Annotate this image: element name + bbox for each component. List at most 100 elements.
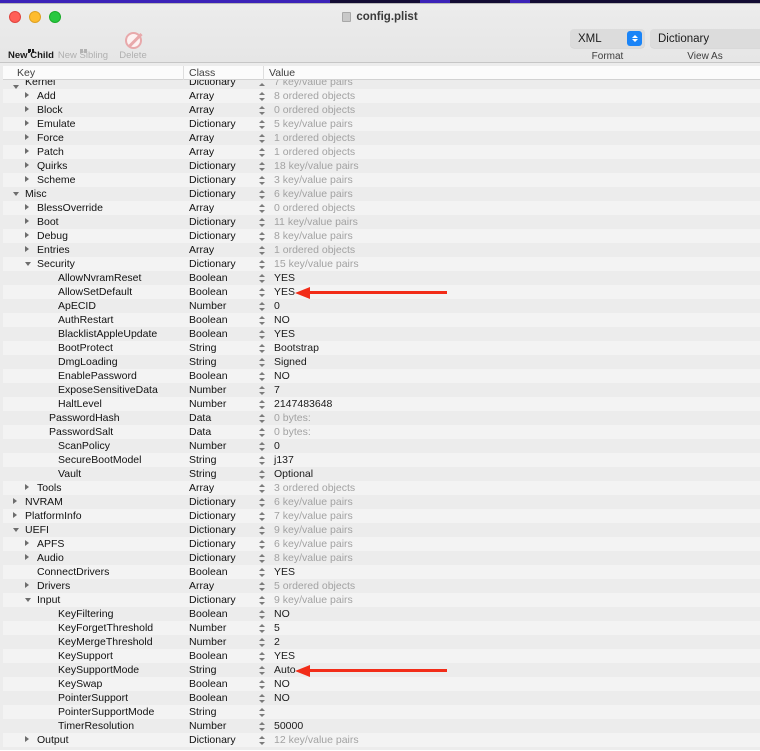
row-key[interactable]: KeyMergeThreshold [58,636,153,648]
row-key[interactable]: NVRAM [25,496,63,508]
row-class[interactable]: String [189,706,216,718]
row-value[interactable]: 0 ordered objects [274,104,355,116]
value-stepper[interactable] [259,399,265,409]
row-value[interactable]: 0 bytes: [274,426,311,438]
row-class[interactable]: Array [189,90,214,102]
value-stepper[interactable] [259,301,265,311]
row-class[interactable]: String [189,356,216,368]
chevron-right-icon[interactable] [25,204,29,210]
table-row[interactable]: Misc Dictionary 6 key/value pairs [3,187,760,201]
row-key[interactable]: EnablePassword [58,370,137,382]
row-class[interactable]: Array [189,132,214,144]
row-class[interactable]: Array [189,146,214,158]
table-row[interactable]: HaltLevel Number 2147483648 [3,397,760,411]
row-key[interactable]: TimerResolution [58,720,134,732]
value-stepper[interactable] [259,525,265,535]
row-class[interactable]: Dictionary [189,552,236,564]
value-stepper[interactable] [259,119,265,129]
value-stepper[interactable] [259,721,265,731]
chevron-right-icon[interactable] [25,218,29,224]
row-value[interactable]: 3 key/value pairs [274,174,353,186]
value-stepper[interactable] [259,469,265,479]
row-value[interactable]: 7 key/value pairs [274,80,353,88]
value-stepper[interactable] [259,455,265,465]
table-row[interactable]: PointerSupportMode String [3,705,760,719]
value-stepper[interactable] [259,413,265,423]
table-row[interactable]: KeySwap Boolean NO [3,677,760,691]
table-row[interactable]: Audio Dictionary 8 key/value pairs [3,551,760,565]
row-key[interactable]: Patch [37,146,64,158]
table-row[interactable]: PlatformInfo Dictionary 7 key/value pairs [3,509,760,523]
row-class[interactable]: Number [189,720,226,732]
row-key[interactable]: DmgLoading [58,356,118,368]
value-stepper[interactable] [259,707,265,717]
row-class[interactable]: Boolean [189,286,228,298]
row-value[interactable]: NO [274,678,290,690]
row-value[interactable]: 6 key/value pairs [274,496,353,508]
row-value[interactable]: 9 key/value pairs [274,524,353,536]
value-stepper[interactable] [259,357,265,367]
row-key[interactable]: Tools [37,482,62,494]
row-value[interactable]: Bootstrap [274,342,319,354]
row-class[interactable]: String [189,664,216,676]
row-class[interactable]: Number [189,384,226,396]
row-class[interactable]: Dictionary [189,510,236,522]
value-stepper[interactable] [259,231,265,241]
row-value[interactable]: 0 bytes: [274,412,311,424]
value-stepper[interactable] [259,91,265,101]
row-key[interactable]: APFS [37,538,64,550]
row-value[interactable]: 0 ordered objects [274,202,355,214]
row-class[interactable]: Dictionary [189,174,236,186]
value-stepper[interactable] [259,189,265,199]
value-stepper[interactable] [259,595,265,605]
value-stepper[interactable] [259,161,265,171]
row-key[interactable]: Entries [37,244,70,256]
value-stepper[interactable] [259,105,265,115]
value-stepper[interactable] [259,567,265,577]
row-value[interactable]: 1 ordered objects [274,132,355,144]
chevron-right-icon[interactable] [25,120,29,126]
row-value[interactable]: 8 key/value pairs [274,552,353,564]
row-key[interactable]: PlatformInfo [25,510,82,522]
row-value[interactable]: YES [274,328,295,340]
chevron-right-icon[interactable] [25,484,29,490]
table-row[interactable]: Add Array 8 ordered objects [3,89,760,103]
row-key[interactable]: Audio [37,552,64,564]
value-stepper[interactable] [259,287,265,297]
row-key[interactable]: KeySupportMode [58,664,139,676]
table-row[interactable]: Output Dictionary 12 key/value pairs [3,733,760,747]
row-key[interactable]: Emulate [37,118,76,130]
row-class[interactable]: Array [189,202,214,214]
new-child-button[interactable]: New Child [3,27,59,61]
table-row[interactable]: SecureBootModel String j137 [3,453,760,467]
row-value[interactable]: 2147483648 [274,398,332,410]
value-stepper[interactable] [259,259,265,269]
plist-outline-rows[interactable]: Kernel Dictionary 7 key/value pairs Add Arra… [3,80,760,751]
row-key[interactable]: ConnectDrivers [37,566,109,578]
row-key[interactable]: Force [37,132,64,144]
value-stepper[interactable] [259,371,265,381]
table-row[interactable]: Drivers Array 5 ordered objects [3,579,760,593]
value-stepper[interactable] [259,175,265,185]
table-row[interactable]: Patch Array 1 ordered objects [3,145,760,159]
row-key[interactable]: Add [37,90,56,102]
row-class[interactable]: Array [189,244,214,256]
column-header-key[interactable]: Key [17,67,35,79]
value-stepper[interactable] [259,133,265,143]
row-value[interactable]: 11 key/value pairs [274,216,358,228]
row-value[interactable]: 0 [274,300,280,312]
chevron-right-icon[interactable] [25,148,29,154]
table-row[interactable]: Vault String Optional [3,467,760,481]
row-key[interactable]: ExposeSensitiveData [58,384,158,396]
table-row[interactable]: DmgLoading String Signed [3,355,760,369]
row-key[interactable]: Debug [37,230,68,242]
value-stepper[interactable] [259,483,265,493]
chevron-right-icon[interactable] [25,554,29,560]
row-key[interactable]: HaltLevel [58,398,102,410]
row-key[interactable]: UEFI [25,524,49,536]
row-class[interactable]: Boolean [189,370,228,382]
row-key[interactable]: Output [37,734,69,746]
chevron-right-icon[interactable] [25,92,29,98]
row-key[interactable]: Boot [37,216,59,228]
table-row[interactable]: AllowNvramReset Boolean YES [3,271,760,285]
